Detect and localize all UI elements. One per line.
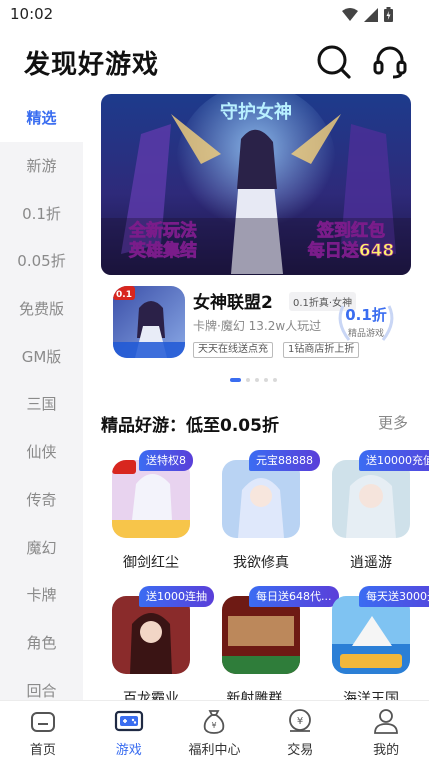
sidebar-item-card[interactable]: 卡牌 [0,571,83,619]
sidebar-item-legend[interactable]: 传奇 [0,476,83,524]
banner-slogan-left-2: 英雄集结 [129,240,197,261]
money-bag-icon: ¥ [204,710,225,734]
sidebar-item-0.1-discount[interactable]: 0.1折 [0,189,83,237]
game-badge: 元宝88888 [249,450,320,471]
game-name: 百龙霸业 [123,691,179,700]
banner-artwork: 守护女神 全新玩法 英雄集结 签到红包 每日送648 [101,94,411,275]
sidebar-item-free[interactable]: 免费版 [0,285,83,333]
more-link[interactable]: 更多 [378,412,408,433]
banner-slogan-right-2: 每日送648 [308,240,395,261]
game-icon [332,460,410,538]
featured-game-name: 女神联盟2 [193,293,273,313]
section-title: 精品好游：低至0.05折 [101,416,279,436]
carousel-dot[interactable] [264,378,268,382]
status-time: 10:02 [10,5,54,23]
carousel-dot[interactable] [273,378,277,382]
game-name: 我欲修真 [233,555,289,571]
game-icon [332,596,410,674]
game-name: 御剑红尘 [123,555,179,571]
game-badge: 送1000连抽 [139,586,214,607]
nav-tab-profile[interactable]: 我的 [343,701,429,763]
sidebar-item-0.05-discount[interactable]: 0.05折 [0,237,83,285]
featured-game-meta: 卡牌·魔幻 13.2w人玩过 [193,319,322,333]
nav-tab-benefits[interactable]: ¥ 福利中心 [172,701,258,763]
search-icon [317,45,351,79]
sidebar-item-three-kingdoms[interactable]: 三国 [0,380,83,428]
game-icon [112,460,190,538]
game-icon [112,596,190,674]
svg-text:0.1: 0.1 [116,290,132,300]
nav-tab-trade[interactable]: ¥ 交易 [257,701,343,763]
game-grid: 送特权8 御剑红尘 元宝88888 我欲修真 送10000充值... 逍遥游 送… [101,450,429,700]
game-card[interactable]: 每日送648代... 新射雕群... [211,586,339,700]
search-button[interactable] [314,42,354,82]
featured-game[interactable]: 0.1 女神联盟2 0.1折真·女神 卡牌·魔幻 13.2w人玩过 天天在线送点… [101,286,421,360]
sidebar-item-featured[interactable]: 精选 [0,94,83,142]
game-badge: 每天送3000元... [359,586,429,607]
game-name: 新射雕群... [226,691,296,700]
game-badge: 送特权8 [139,450,193,471]
game-icon [222,460,300,538]
featured-game-benefit-1: 天天在线送点充 [193,342,273,358]
nav-tab-games[interactable]: 游戏 [86,701,172,763]
sidebar-item-new[interactable]: 新游 [0,142,83,190]
svg-text:¥: ¥ [297,716,303,727]
game-card[interactable]: 送10000充值... 逍遥游 [321,450,429,574]
home-icon [30,712,55,732]
customer-service-button[interactable] [370,42,410,82]
game-card[interactable]: 送特权8 御剑红尘 [101,450,201,574]
banner-slogan-left-1: 全新玩法 [128,220,197,241]
category-sidebar: 精选 新游 0.1折 0.05折 免费版 GM版 三国 仙侠 传奇 魔幻 卡牌 … [0,94,83,700]
discount-badge: 0.1折 精品游戏 [333,296,399,346]
trade-icon: ¥ [289,709,312,732]
svg-text:¥: ¥ [212,721,217,730]
featured-game-icon: 0.1 [113,286,185,358]
battery-icon [384,7,393,22]
nav-label: 我的 [373,743,400,758]
banner-title: 守护女神 [220,101,292,123]
game-badge: 送10000充值... [359,450,429,471]
carousel-dot[interactable] [255,378,259,382]
nav-label: 游戏 [115,743,142,758]
game-name: 逍遥游 [350,555,392,571]
carousel-dot-active[interactable] [230,378,241,382]
status-icons [342,7,393,22]
game-card[interactable]: 送1000连抽 百龙霸业 [101,586,214,700]
promo-banner[interactable]: 守护女神 全新玩法 英雄集结 签到红包 每日送648 [101,94,411,275]
sidebar-item-rpg[interactable]: 角色 [0,619,83,667]
gamepad-icon [114,710,143,732]
sidebar-item-gm[interactable]: GM版 [0,332,83,380]
sidebar-item-fantasy[interactable]: 魔幻 [0,523,83,571]
carousel-dot[interactable] [246,378,250,382]
profile-icon [374,709,398,734]
game-card[interactable]: 元宝88888 我欲修真 [211,450,320,574]
page-title: 发现好游戏 [24,50,160,80]
bottom-navigation: 首页 游戏 ¥ 福利中心 ¥ 交易 我的 [0,700,429,763]
nav-label: 交易 [287,743,314,758]
nav-label: 首页 [29,743,56,758]
game-name: 海洋王国 [343,691,399,700]
nav-label: 福利中心 [188,743,241,758]
signal-icon [364,7,378,22]
status-bar: 10:02 [0,0,429,30]
header: 发现好游戏 [0,38,429,86]
game-icon [222,596,300,674]
discount-value: 0.1折 [345,306,387,324]
wifi-icon [342,7,358,21]
sidebar-item-xianxia[interactable]: 仙侠 [0,428,83,476]
banner-slogan-right-1: 签到红包 [316,220,385,241]
discount-label: 精品游戏 [347,329,384,339]
game-card[interactable]: 每天送3000元... 海洋王国 [321,586,429,700]
main-content: 守护女神 全新玩法 英雄集结 签到红包 每日送648 0.1 女神联盟2 0.1… [83,94,429,700]
nav-tab-home[interactable]: 首页 [0,701,86,763]
sidebar-item-turn-based[interactable]: 回合 [0,666,83,700]
headset-icon [373,46,407,79]
carousel-indicator [230,378,277,382]
